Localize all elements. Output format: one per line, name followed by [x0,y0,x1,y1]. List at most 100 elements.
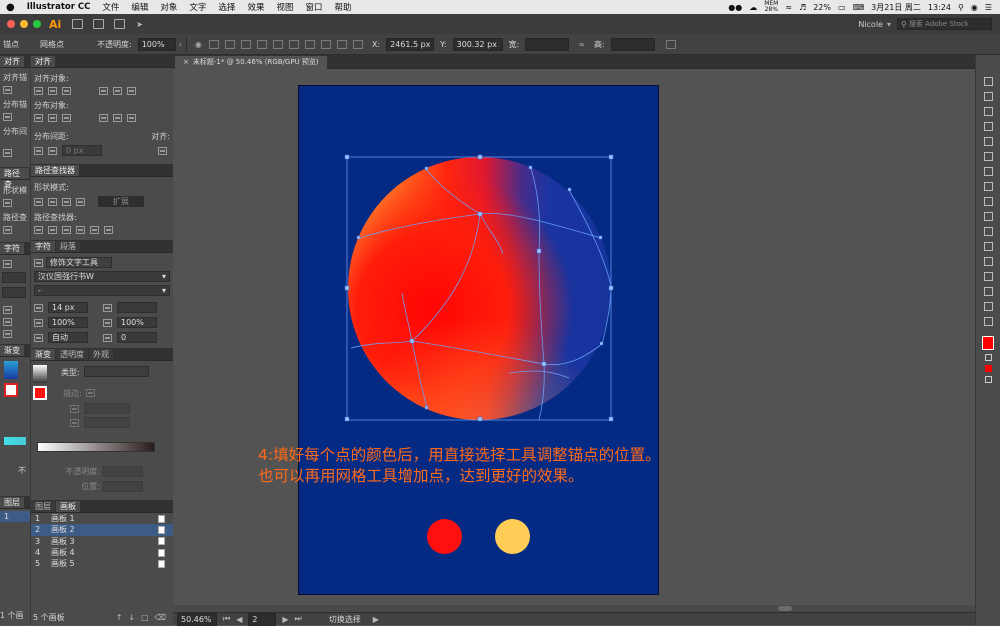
symbol-sprayer-tool-icon[interactable] [983,257,993,266]
isolate-icon[interactable] [665,39,676,49]
artboard-page-icon[interactable] [158,548,165,557]
align-hcenter-icon[interactable] [48,87,57,95]
tab-character[interactable]: 字符 [31,241,55,252]
distribute-top-icon[interactable] [3,113,12,121]
opacity-field[interactable]: 100% [137,37,176,51]
artboard-page-icon[interactable] [158,514,165,523]
tab-align[interactable]: 对齐 [31,56,55,67]
font-style-collapsed[interactable] [2,287,26,298]
maximize-window-icon[interactable] [33,20,41,28]
recolor-icon[interactable]: ◉ [195,40,202,49]
stock-icon[interactable] [93,19,105,29]
spacing-horizontal-icon[interactable] [48,146,57,155]
stock-search-input[interactable]: ⚲ 搜索 Adobe Stock [897,18,992,30]
align-top-icon[interactable] [256,39,267,49]
arrange-documents-icon[interactable] [114,19,126,29]
direct-selection-tool-icon[interactable] [983,92,993,101]
pen-tool-icon[interactable] [983,107,993,116]
artboard-tool-icon[interactable] [983,287,993,296]
cloud-icon[interactable]: ☁ [749,3,757,12]
fill-stroke-icon[interactable] [4,383,18,397]
app-menu[interactable]: Illustrator CC [21,2,97,12]
crop-icon[interactable] [76,226,85,234]
align-left-icon[interactable] [34,87,43,95]
menu-object[interactable]: 对象 [154,1,183,13]
menu-file[interactable]: 文件 [96,1,125,13]
tab-layers[interactable]: 图层 [31,501,55,512]
gradient-bar-collapsed[interactable] [4,437,26,445]
distribute-v-icon[interactable] [320,39,331,49]
vertical-scale-field[interactable]: 100% [48,317,88,328]
gradient-type-select[interactable] [83,366,149,377]
distribute-spacing-icon[interactable] [3,149,12,157]
color-mode-icon[interactable] [984,365,992,372]
align-hcenter-icon[interactable] [224,39,235,49]
dist-vcenter-icon[interactable] [48,114,57,122]
font-search-collapsed[interactable] [2,272,26,283]
unite-icon[interactable] [34,197,43,206]
artboard[interactable] [298,85,659,595]
width-tool-icon[interactable] [983,197,993,206]
status-menu-icon[interactable]: ▶ [373,615,379,624]
tab-transparency[interactable]: 透明度 [56,349,88,360]
character-tab-collapsed[interactable]: 字符 [0,243,24,254]
kerning-field[interactable]: 自动 [48,332,88,343]
gradient-slider[interactable] [37,442,155,452]
screen-mode-icon[interactable] [984,376,992,383]
artboard-page-icon[interactable] [158,525,165,534]
notification-icon[interactable]: ☰ [985,3,992,12]
spacing-vertical-icon[interactable] [34,146,43,155]
apple-menu-icon[interactable]: ● [0,2,21,13]
align-to-selection-icon[interactable] [158,146,167,155]
eyedropper-tool-icon[interactable] [983,242,993,251]
minus-back-icon[interactable] [104,226,113,234]
font-family-field[interactable]: 汉仪国强行书W ▾ [34,271,170,282]
shape-builder-tool-icon[interactable] [983,212,993,221]
next-artboard-icon[interactable]: ▶ [282,615,288,624]
leading-icon[interactable] [103,303,112,312]
fill-color-swatch[interactable] [982,336,994,350]
tracking-icon[interactable] [103,333,112,342]
artboard-number-field[interactable]: 2 [248,612,277,626]
align-bottom-icon[interactable] [127,87,136,95]
gradient-preview[interactable] [33,365,47,383]
spacing-field[interactable]: 0 px [62,145,102,156]
trim-icon[interactable] [48,226,57,234]
outline-icon[interactable] [90,226,99,234]
menu-effect[interactable]: 效果 [241,1,270,13]
unite-icon[interactable] [3,199,12,207]
touch-type-icon[interactable] [3,260,12,268]
angle-field[interactable] [84,403,130,414]
chevron-right-icon[interactable]: › [179,40,182,49]
location-field[interactable] [103,481,143,492]
rotate-tool-icon[interactable] [983,182,993,191]
document-tab[interactable]: × 未标题-1* @ 50.46% (RGB/GPU 预览) [175,56,327,69]
close-icon[interactable]: × [183,58,189,66]
rectangle-tool-icon[interactable] [983,137,993,146]
minimize-window-icon[interactable] [20,20,28,28]
touch-type-icon[interactable] [34,258,43,267]
exclude-icon[interactable] [76,197,85,206]
wifi-icon[interactable]: ≈ [785,3,792,12]
dist-left-icon[interactable] [99,114,108,122]
tab-paragraph[interactable]: 段落 [56,241,80,252]
menu-select[interactable]: 选择 [212,1,241,13]
align-right-icon[interactable] [240,39,251,49]
delete-icon[interactable]: ⌫ [155,613,166,622]
artboard-row-2[interactable]: 2 画板 2 [31,524,173,536]
first-artboard-icon[interactable]: ⏮ [223,614,230,624]
wechat-icon[interactable]: ●● [728,3,742,12]
scroll-thumb[interactable] [778,606,792,611]
chevron-down-icon[interactable]: ▾ [162,286,166,295]
menu-view[interactable]: 视图 [270,1,299,13]
move-up-icon[interactable]: ↑ [116,613,123,622]
divide-icon[interactable] [34,226,43,234]
menu-help[interactable]: 帮助 [328,1,357,13]
minus-front-icon[interactable] [48,197,57,206]
artboard-row-3[interactable]: 3 画板 3 [31,536,173,547]
touch-type-tool-button[interactable]: 修饰文字工具 [46,257,112,268]
mesh-tool-icon[interactable] [983,227,993,236]
distribute-icon[interactable] [304,39,315,49]
dist-hcenter-icon[interactable] [113,114,122,122]
align-bottom-icon[interactable] [288,39,299,49]
